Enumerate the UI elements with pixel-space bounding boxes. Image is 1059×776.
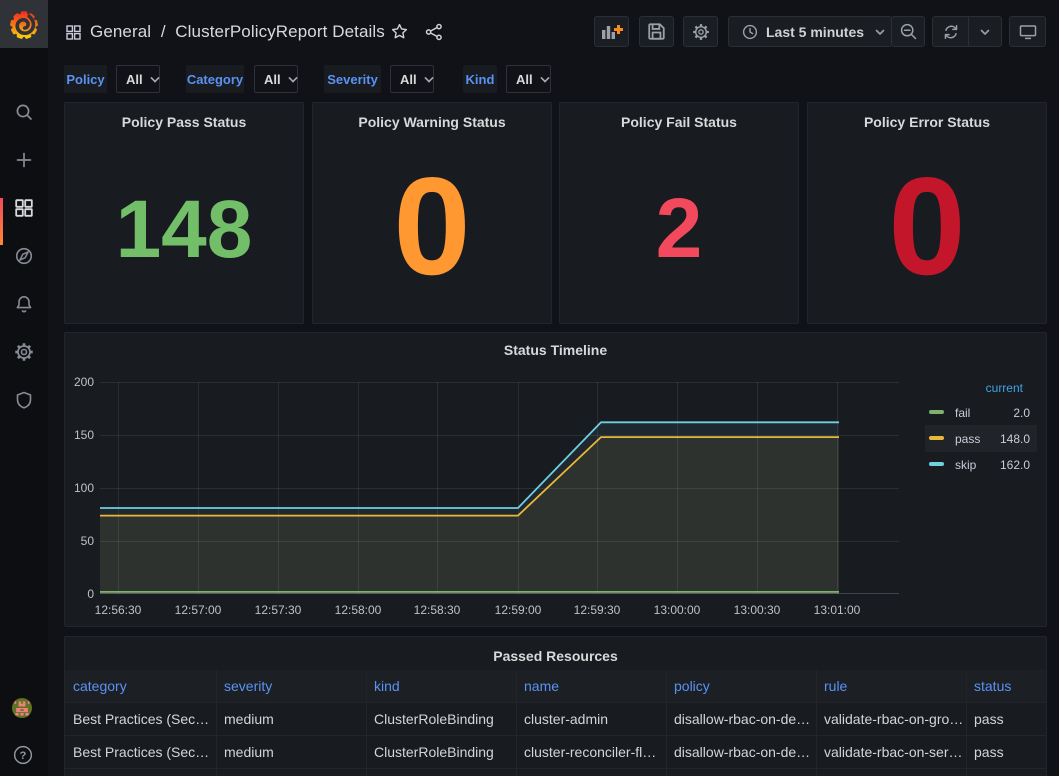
svg-text:?: ? (20, 750, 27, 762)
